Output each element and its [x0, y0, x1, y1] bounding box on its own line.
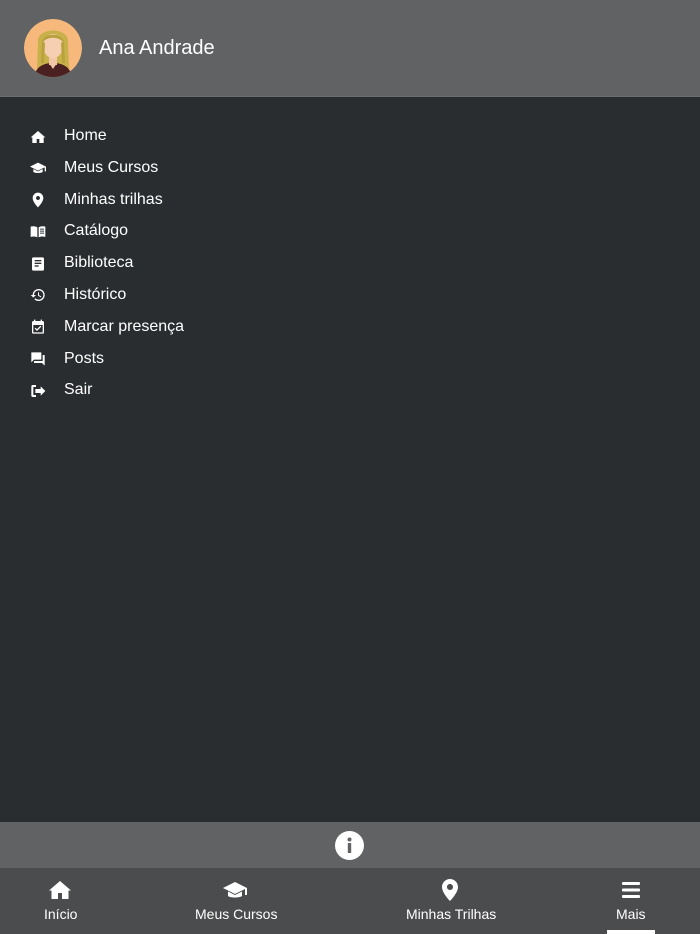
bottom-tab-bar: Início Meus Cursos Minhas Trilhas Mais [0, 868, 700, 934]
menu-item-posts[interactable]: Posts [0, 343, 700, 375]
menu-item-sair[interactable]: Sair [0, 374, 700, 406]
map-pin-icon [438, 878, 462, 902]
tab-label: Meus Cursos [195, 906, 278, 922]
menu-item-marcar-presenca[interactable]: Marcar presença [0, 311, 700, 343]
avatar-image [24, 19, 82, 77]
calendar-check-icon [29, 319, 46, 336]
avatar[interactable] [24, 19, 82, 77]
drawer-menu: Home Meus Cursos Minhas trilhas Catálogo… [0, 120, 700, 406]
info-bar [0, 822, 700, 868]
tab-meus-cursos[interactable]: Meus Cursos [175, 868, 296, 934]
menu-item-label: Posts [64, 349, 105, 367]
book-icon [29, 255, 46, 272]
tab-label: Mais [616, 906, 646, 922]
drawer-header: Ana Andrade [0, 0, 700, 97]
tab-mais[interactable]: Mais [607, 868, 655, 934]
home-icon [29, 128, 46, 145]
menu-item-catalogo[interactable]: Catálogo [0, 215, 700, 247]
tab-label: Minhas Trilhas [406, 906, 497, 922]
menu-item-home[interactable]: Home [0, 120, 700, 152]
forum-icon [29, 351, 46, 368]
tab-label: Início [44, 906, 78, 922]
home-icon [48, 878, 72, 902]
sign-out-icon [29, 382, 46, 399]
info-icon[interactable] [335, 831, 364, 860]
user-name: Ana Andrade [99, 37, 215, 59]
menu-item-meus-cursos[interactable]: Meus Cursos [0, 152, 700, 184]
menu-icon [619, 878, 643, 902]
menu-item-label: Sair [64, 381, 93, 399]
menu-item-minhas-trilhas[interactable]: Minhas trilhas [0, 184, 700, 216]
menu-item-label: Biblioteca [64, 254, 134, 272]
menu-item-historico[interactable]: Histórico [0, 279, 700, 311]
map-pin-icon [29, 192, 46, 209]
app-root: Ana Andrade Home Meus Cursos Minhas tril… [0, 0, 700, 934]
graduation-cap-icon [223, 878, 247, 902]
tab-inicio[interactable]: Início [0, 868, 121, 934]
menu-item-label: Histórico [64, 285, 127, 303]
history-icon [29, 287, 46, 304]
open-book-icon [29, 223, 46, 240]
menu-item-label: Home [64, 127, 107, 144]
graduation-cap-icon [29, 160, 46, 177]
menu-item-label: Catálogo [64, 222, 129, 240]
menu-item-label: Minhas trilhas [64, 190, 163, 208]
tab-minhas-trilhas[interactable]: Minhas Trilhas [390, 868, 511, 934]
menu-item-biblioteca[interactable]: Biblioteca [0, 247, 700, 279]
menu-item-label: Meus Cursos [64, 158, 159, 176]
active-tab-indicator [607, 930, 655, 934]
menu-item-label: Marcar presença [64, 317, 185, 335]
